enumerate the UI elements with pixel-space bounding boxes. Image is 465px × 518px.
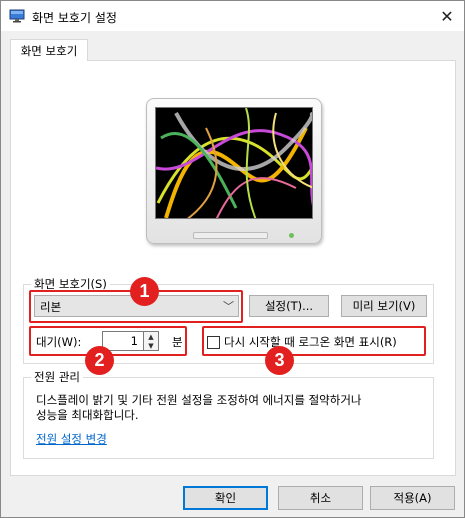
power-led-icon	[289, 233, 294, 238]
step-badge-3: 3	[265, 346, 294, 375]
highlight-box-3	[202, 326, 426, 356]
ribbons-preview-image	[156, 108, 312, 218]
monitor-drive-slot	[193, 232, 268, 239]
title-bar: 화면 보호기 설정 ✕	[1, 1, 464, 31]
change-power-settings-link[interactable]: 전원 설정 변경	[36, 431, 107, 447]
monitor-preview	[146, 98, 322, 244]
preview-screen	[155, 107, 313, 219]
apply-button[interactable]: 적용(A)	[370, 486, 455, 510]
step-badge-1: 1	[130, 277, 159, 306]
apply-button-label: 적용(A)	[393, 491, 432, 505]
ok-button[interactable]: 확인	[183, 486, 268, 510]
ok-button-label: 확인	[214, 491, 237, 505]
screen-saver-settings-window: 화면 보호기 설정 ✕ 화면 보호기 화면 보호기(S) 리본 ﹀ 설정(T).…	[0, 0, 465, 518]
display-settings-icon	[9, 9, 25, 23]
tab-label: 화면 보호기	[20, 43, 78, 58]
tab-screen-saver[interactable]: 화면 보호기	[10, 39, 88, 61]
cancel-button[interactable]: 취소	[278, 486, 363, 510]
close-icon: ✕	[440, 6, 454, 26]
cancel-button-label: 취소	[309, 491, 332, 505]
power-description: 디스플레이 밝기 및 기타 전원 설정을 조정하여 에너지를 절약하거나	[36, 393, 362, 407]
window-title: 화면 보호기 설정	[32, 11, 117, 25]
power-group-label: 전원 관리	[31, 369, 83, 385]
preview-button-label: 미리 보기(V)	[352, 299, 416, 313]
step-badge-2: 2	[85, 346, 114, 375]
settings-button-label: 설정(T)...	[264, 299, 314, 313]
settings-button[interactable]: 설정(T)...	[249, 295, 329, 317]
preview-button[interactable]: 미리 보기(V)	[341, 295, 427, 317]
close-button[interactable]: ✕	[430, 1, 464, 31]
power-description: 성능을 최대화합니다.	[36, 408, 139, 422]
